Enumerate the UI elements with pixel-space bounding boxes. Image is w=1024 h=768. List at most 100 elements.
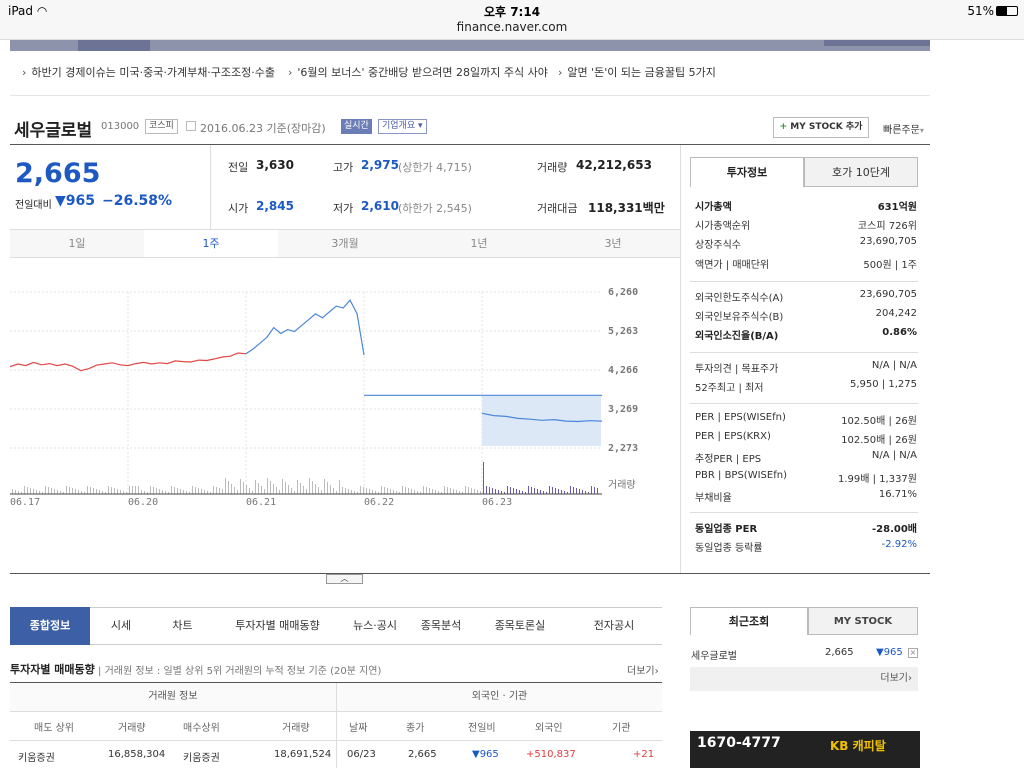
volume-bar	[450, 488, 451, 494]
invest-value: 23,690,705	[859, 289, 917, 300]
news-link[interactable]: › 하반기 경제이슈는 미국·중국·가계부채·구조조정·수출	[22, 64, 275, 80]
chart-collapse-toggle[interactable]: ︿	[326, 574, 363, 584]
range-tab-1d[interactable]: 1일	[10, 229, 144, 258]
volume-bar	[426, 487, 427, 494]
recent-stock-name[interactable]: 세우글로벌	[691, 647, 737, 662]
volume-bar	[423, 486, 424, 494]
volume-label: 거래량	[537, 161, 568, 174]
invest-key: PBR | BPS(WISEfn)	[695, 469, 787, 481]
volume-bar	[342, 487, 343, 494]
invest-row: PER | EPS(WISEfn) 102.50배 | 26원	[695, 412, 917, 430]
volume-bar	[249, 488, 250, 494]
add-mystock-button[interactable]: + MY STOCK 추가	[773, 117, 869, 138]
bottom-tab[interactable]: 종목토론실	[474, 607, 566, 645]
invest-value: -2.92%	[881, 539, 917, 551]
volume-bar	[117, 489, 118, 494]
volume-bar	[327, 482, 328, 494]
upper-limit: (상한가 4,715)	[398, 161, 472, 174]
trade-description: | 거래원 정보 : 일별 상위 5위 거래원의 누적 정보 기준 (20분 지…	[98, 666, 382, 677]
volume-bar	[432, 489, 433, 494]
volume-bar	[516, 489, 517, 494]
volume-bar	[474, 489, 475, 494]
volume-bar	[24, 486, 25, 494]
volume-bar	[51, 488, 52, 494]
news-link[interactable]: › 알면 '돈'이 되는 금융꿀팁 5가지	[558, 64, 716, 80]
table-header: 매도 상위	[34, 723, 74, 734]
invest-row: 52주최고 | 최저 5,950 | 1,275	[695, 379, 917, 397]
volume-bar	[225, 478, 226, 494]
volume-bar	[594, 487, 595, 494]
tab-invest-info[interactable]: 투자정보	[690, 157, 804, 187]
quick-order-button[interactable]: 빠른주문▾	[883, 121, 924, 136]
top-navigation[interactable]	[10, 40, 930, 51]
volume-bar	[231, 484, 232, 494]
bottom-tab[interactable]: 종목분석	[408, 607, 474, 645]
volume-bar	[540, 490, 541, 494]
bottom-tab[interactable]: 시세	[90, 607, 152, 645]
volume-bar	[333, 488, 334, 494]
open-value: 2,845	[256, 199, 294, 213]
prev-close-label: 전일	[228, 161, 249, 174]
invest-row: 투자의견 | 목표주가 N/A | N/A	[695, 360, 917, 378]
volume-bar	[243, 482, 244, 494]
volume-bar	[312, 481, 313, 494]
volume-bar	[468, 487, 469, 494]
market-badge: 코스피	[145, 119, 178, 134]
tab-mystock[interactable]: MY STOCK	[808, 607, 918, 635]
invest-value: 631억원	[877, 202, 917, 213]
volume-bar	[273, 484, 274, 494]
volume-bar	[111, 487, 112, 494]
trade-group-header: 거래원 정보	[10, 683, 336, 711]
bottom-tab[interactable]: 종합정보	[10, 607, 90, 645]
close-icon[interactable]: ×	[908, 648, 918, 658]
tab-hoga-10[interactable]: 호가 10단계	[804, 157, 918, 187]
volume-bar	[141, 490, 142, 494]
news-link[interactable]: › '6월의 보너스' 중간배당 받으려면 28일까지 주식 사야	[288, 64, 548, 80]
volume-bar	[270, 481, 271, 494]
y-tick-label: 2,273	[608, 443, 639, 454]
invest-value: 102.50배 | 26원	[841, 435, 917, 447]
x-tick-label: 06.20	[128, 497, 159, 508]
volume-bar	[330, 485, 331, 494]
volume-bar	[36, 490, 37, 494]
range-tab-3m[interactable]: 3개월	[278, 229, 412, 258]
invest-key: 외국인소진율(B/A)	[695, 331, 779, 343]
low-value: 2,610	[361, 199, 399, 213]
range-tab-3y[interactable]: 3년	[546, 229, 680, 258]
bottom-tab[interactable]: 투자자별 매매동향	[213, 607, 342, 645]
range-tab-1w[interactable]: 1주	[144, 229, 278, 258]
bottom-tab[interactable]: 전자공시	[566, 607, 662, 645]
current-price: 2,665	[15, 158, 101, 189]
volume-bar	[99, 490, 100, 494]
recent-stock-change: ▼965	[876, 647, 903, 658]
volume-bar	[429, 488, 430, 494]
volume-bar	[489, 487, 490, 494]
range-tab-1y[interactable]: 1년	[412, 229, 546, 258]
x-tick-label: 06.17	[10, 497, 41, 508]
volume-bar	[576, 488, 577, 494]
volume-bar	[477, 490, 478, 494]
invest-key: 상장주식수	[695, 240, 741, 252]
volume-bar	[555, 488, 556, 494]
volume-bar	[12, 489, 13, 494]
recent-more-link[interactable]: 더보기›	[690, 667, 918, 691]
volume-bar	[582, 490, 583, 494]
company-overview-dropdown[interactable]: 기업개요 ▾	[378, 119, 427, 134]
realtime-button[interactable]: 실시간	[341, 119, 372, 134]
volume-bar	[174, 487, 175, 494]
volume-bar	[180, 489, 181, 494]
volume-bar	[579, 489, 580, 494]
volume-bar	[351, 490, 352, 494]
volume-bar	[405, 487, 406, 494]
volume-bar	[195, 487, 196, 494]
volume-bar	[360, 486, 361, 494]
volume-bar	[201, 489, 202, 494]
invest-key: 투자의견 | 목표주가	[695, 364, 779, 375]
volume-bar	[177, 488, 178, 494]
tab-recent[interactable]: 최근조회	[690, 607, 808, 635]
trade-more-link[interactable]: 더보기›	[627, 662, 659, 677]
bottom-tab[interactable]: 뉴스·공시	[342, 607, 408, 645]
bottom-tab[interactable]: 차트	[152, 607, 213, 645]
invest-value: 500원 | 1주	[863, 259, 917, 271]
address-bar[interactable]: finance.naver.com	[0, 20, 1024, 34]
